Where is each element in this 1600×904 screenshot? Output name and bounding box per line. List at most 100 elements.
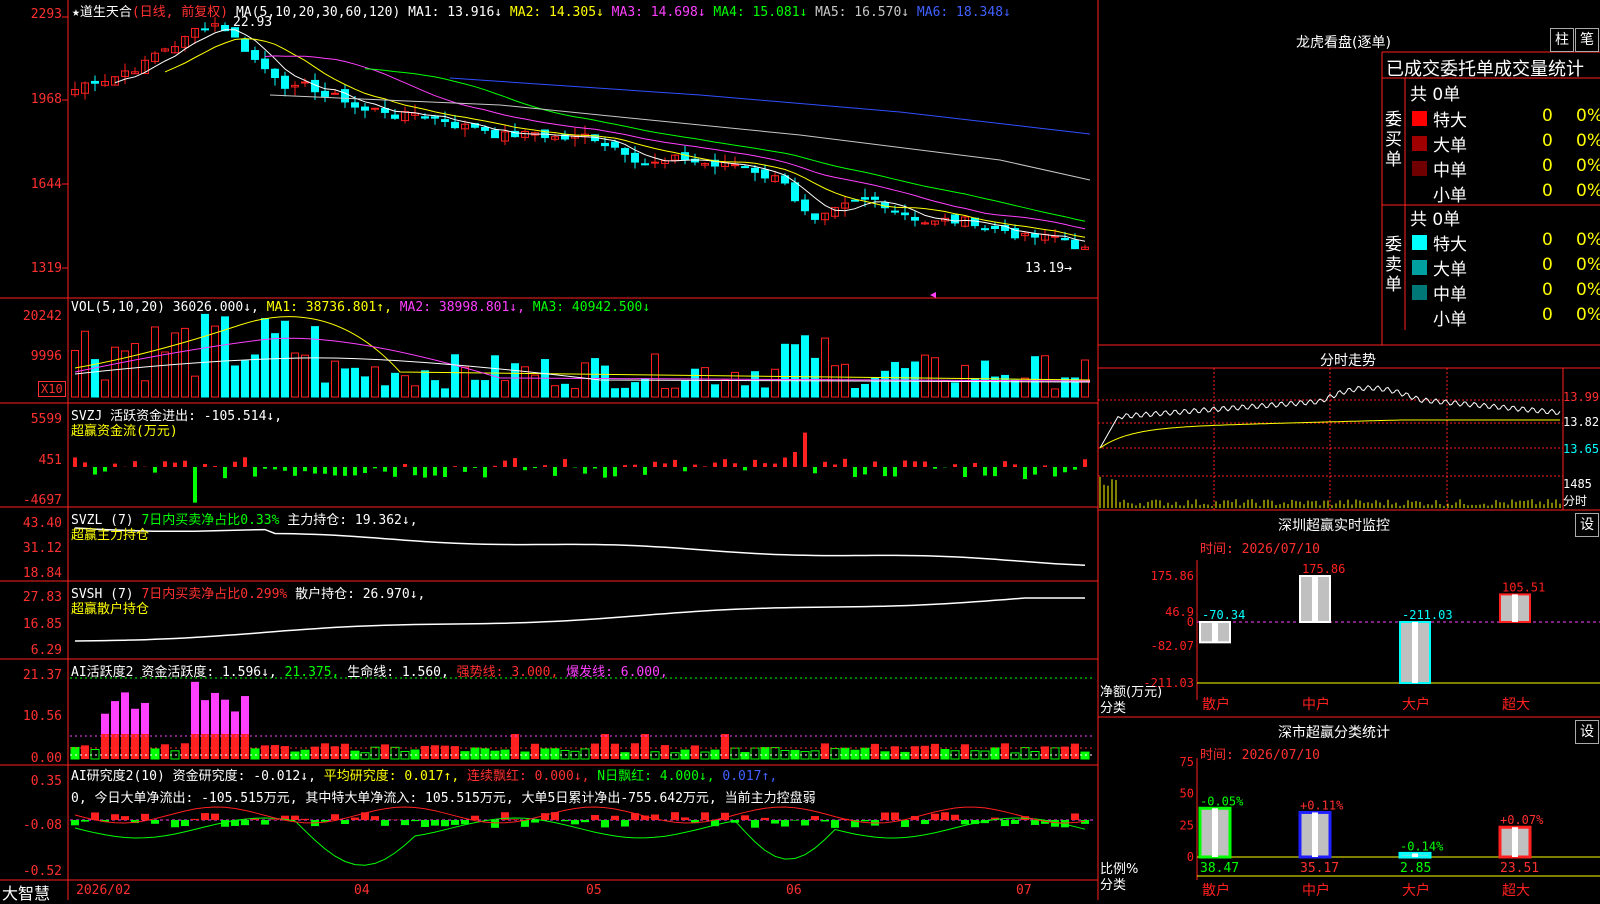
svzj-bar [963,467,967,477]
svzl-axis-2: 31.12 [2,541,62,556]
candle-body [602,143,609,145]
ai-bar-green [361,753,369,759]
ai-bar-red [821,743,829,759]
ai-bar-green [831,749,839,759]
ai2-bar [801,820,809,825]
buy-row-pct-2: 0% [1576,131,1600,151]
ai2-bar [881,812,889,820]
stroke-mode-button[interactable]: 笔 [1575,28,1599,52]
classify-settings-button[interactable]: 设 [1575,720,1599,744]
ai2-bar [581,820,589,822]
volume-bar [802,336,809,397]
ai-bar-red [81,745,89,759]
svzj-bar [903,461,907,467]
volume-bar [312,327,319,397]
vol-value-4: MA3: 40942.500↓ [533,300,650,315]
svzj-bar [673,460,677,467]
ai2-bar [621,820,629,827]
svzj-bar [403,464,407,467]
volume-bar [632,383,639,397]
ai-bar-red [261,745,269,759]
volume-bar [942,381,949,397]
brand-label[interactable]: 大智慧 [2,880,50,904]
candle-body [652,162,659,163]
svzj-bar [73,457,77,467]
svsh-axis-3: 6.29 [2,643,62,658]
monitor-cat-2: 中户 [1302,696,1330,713]
ai2-bar [441,820,449,826]
ai-bar-green [751,748,759,759]
ai2-bar [371,816,379,820]
monitor-value-3: -211.03 [1402,608,1453,622]
monitor-axis-4: -82.07 [1151,639,1194,653]
sell-row-vol-2: 0 [1542,255,1553,275]
ai2-bar [751,820,759,828]
bar-mode-button[interactable]: 柱 [1550,28,1574,52]
monitor-bar-highlight [1412,622,1418,683]
candle-body [982,229,989,230]
svzj-line2: 超赢资金流(万元) [71,420,178,439]
fenshi-vol-label: 分时 [1563,492,1587,509]
monitor-bar-highlight [1312,576,1318,622]
vol-panel-title: VOL(5,10,20) 36026.000↓, MA1: 38736.801↑… [71,300,650,315]
volume-bar [452,355,459,397]
ai2-bar [351,818,359,820]
ai2-bar [151,820,159,824]
sell-row-pct-2: 0% [1576,255,1600,275]
svzj-bar [363,467,367,473]
ai2-bar [271,819,279,820]
ai2-bar [211,814,219,820]
ai2-bar [791,820,799,821]
ma4-line [365,69,1085,221]
price-axis-3: 1644 [2,177,62,192]
classify-cat-2: 中户 [1302,882,1330,899]
ai-value-1: 资金活跃度: 1.596↓, [141,665,284,680]
ai-name[interactable]: AI活跃度2 [71,665,133,680]
svzj-bar [953,464,957,467]
ai-bar-magenta [241,696,249,734]
volume-bar [592,359,599,397]
candle-body [892,211,899,212]
volume-bar [262,319,269,397]
ai-bar-magenta [221,700,229,734]
svsh-axis-1: 27.83 [2,590,62,605]
ai2-bar [331,814,339,820]
ai2-bar [451,820,459,825]
volume-bar [442,389,449,397]
monitor-settings-button[interactable]: 设 [1575,513,1599,537]
ai2-bar [191,819,199,820]
svzj-bar [443,467,447,477]
volume-bar [322,383,329,397]
sell-row-name-4: 小单 [1433,305,1467,330]
stock-mode[interactable]: (日线, 前复权) [132,5,228,20]
vol-unit-label[interactable]: X10 [38,381,66,397]
svzj-bar [763,463,767,467]
svzj-bar [543,465,547,467]
ai-bar-green [701,752,709,759]
sell-swatch-1 [1412,235,1427,250]
svzj-bar [993,467,997,476]
ai-bar-green [671,753,679,759]
volume-bar [242,361,249,397]
ai2-bar [341,820,349,824]
candle-body [742,167,749,168]
ma2-line [165,39,1085,238]
sell-row-vol-4: 0 [1542,305,1553,325]
candle-body [792,183,799,201]
classify-change-3: -0.14% [1400,839,1444,853]
longhu-header: 已成交委托单成交量统计 [1386,55,1584,81]
ai2-bar [681,817,689,820]
ai-bar-green [371,747,379,759]
sell-swatch-3 [1412,285,1427,300]
vol-name[interactable]: VOL(5,10,20) [71,300,165,315]
buy-row-pct-1: 0% [1576,106,1600,126]
ai-bar-green [861,748,869,759]
volume-bar [372,367,379,397]
svzj-bar [183,461,187,467]
ai-bar-red [181,743,189,759]
sell-total: 共 0单 [1410,205,1460,230]
ai2-bar [81,820,89,822]
stock-name[interactable]: ★道生天合 [72,5,132,20]
ai2-name[interactable]: AI研究度2(10) [71,769,165,784]
svzj-bar [713,463,717,467]
